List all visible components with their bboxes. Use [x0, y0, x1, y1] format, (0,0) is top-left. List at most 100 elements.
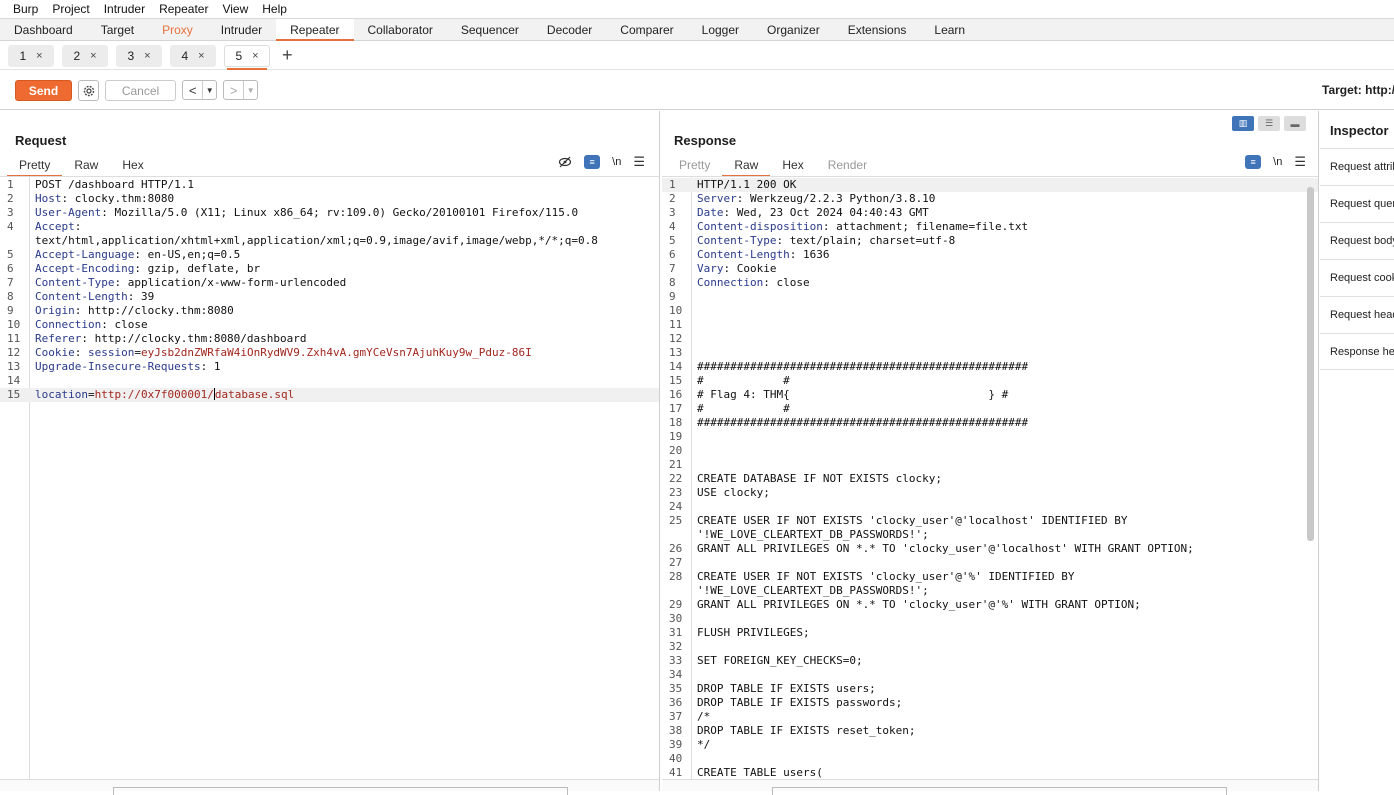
- code-line: 16 # Flag 4: THM{ } #: [662, 388, 1318, 402]
- inspector-section[interactable]: Request attributes: [1320, 148, 1394, 185]
- tool-tabs: Dashboard Target Proxy Intruder Repeater Coll…: [0, 19, 1394, 41]
- history-forward-button[interactable]: > ▼: [223, 80, 258, 100]
- line-number: 6: [7, 262, 14, 275]
- word-wrap-icon[interactable]: ≡: [584, 155, 601, 169]
- tab-intruder[interactable]: Intruder: [207, 19, 276, 40]
- repeater-tab-label: 3: [127, 48, 135, 63]
- code-line: 13 Upgrade-Insecure-Requests: 1: [0, 360, 659, 374]
- header-value: Mozilla/5.0 (X11; Linux x86_64; rv:109.0…: [114, 206, 579, 219]
- response-editor-tools: ≡ \n ☰: [1245, 154, 1306, 170]
- line-number: 31: [669, 626, 683, 639]
- tab-logger[interactable]: Logger: [688, 19, 753, 40]
- repeater-tab-3[interactable]: 3 ×: [116, 44, 162, 67]
- dropdown-arrow-icon[interactable]: ▼: [243, 81, 257, 99]
- newline-toggle-icon[interactable]: \n: [612, 156, 621, 168]
- response-search-input[interactable]: [772, 787, 1227, 795]
- response-tab-hex[interactable]: Hex: [770, 155, 815, 175]
- close-icon[interactable]: ×: [90, 50, 96, 62]
- hide-eye-icon[interactable]: [558, 156, 572, 168]
- tab-collaborator[interactable]: Collaborator: [354, 19, 447, 40]
- response-scrollbar[interactable]: [1307, 187, 1314, 541]
- dropdown-arrow-icon[interactable]: ▼: [202, 81, 216, 99]
- inspector-title: Inspector: [1330, 123, 1389, 138]
- stacked-layout-icon[interactable]: ☰: [1258, 116, 1280, 131]
- line-text: Server: Werkzeug/2.2.3 Python/3.8.10: [697, 192, 936, 205]
- inspector-panel: Inspector Request attributesRequest quer…: [1320, 111, 1394, 791]
- line-number: 35: [669, 682, 683, 695]
- response-tab-pretty[interactable]: Pretty: [667, 155, 722, 175]
- repeater-tab-1[interactable]: 1 ×: [8, 44, 54, 67]
- menu-view[interactable]: View: [215, 2, 255, 16]
- repeater-tab-2[interactable]: 2 ×: [62, 44, 108, 67]
- side-by-side-layout-icon[interactable]: ▥: [1232, 116, 1254, 131]
- inspector-section[interactable]: Request headers: [1320, 296, 1394, 333]
- line-number: 14: [7, 374, 21, 387]
- tab-organizer[interactable]: Organizer: [753, 19, 834, 40]
- header-value: en-US,en;q=0.5: [147, 248, 241, 261]
- close-icon[interactable]: ×: [252, 50, 258, 62]
- menu-icon[interactable]: ☰: [633, 154, 645, 170]
- code-line: 2 Host: clocky.thm:8080: [0, 192, 659, 206]
- inspector-section[interactable]: Request body parameters: [1320, 222, 1394, 259]
- send-button[interactable]: Send: [15, 80, 72, 101]
- tab-repeater[interactable]: Repeater: [276, 19, 354, 41]
- request-tab-raw[interactable]: Raw: [62, 155, 110, 175]
- settings-button[interactable]: [78, 80, 99, 101]
- newline-toggle-icon[interactable]: \n: [1273, 156, 1282, 168]
- response-tab-raw[interactable]: Raw: [722, 155, 771, 177]
- request-editor[interactable]: 1 POST /dashboard HTTP/1.1 2 Host: clocky.t…: [0, 176, 659, 779]
- tabbed-layout-icon[interactable]: ▬: [1284, 116, 1306, 131]
- repeater-tab-5[interactable]: 5 ×: [224, 44, 270, 70]
- menu-project[interactable]: Project: [45, 2, 96, 16]
- code-line: 14 ######################################…: [662, 360, 1318, 374]
- line-number: 33: [669, 654, 683, 667]
- tab-extensions[interactable]: Extensions: [834, 19, 921, 40]
- request-tab-hex[interactable]: Hex: [110, 155, 155, 175]
- menu-icon[interactable]: ☰: [1294, 154, 1306, 170]
- menu-burp[interactable]: Burp: [6, 2, 45, 16]
- header-name: Connection: [697, 276, 764, 289]
- line-number: [662, 584, 692, 598]
- line-number: 7: [7, 276, 14, 289]
- response-editor[interactable]: 1 HTTP/1.1 200 OK 2 Server: Werkzeug/2.2.3 …: [662, 176, 1318, 779]
- tab-learn[interactable]: Learn: [920, 19, 979, 40]
- line-text: [30, 374, 35, 388]
- request-search-input[interactable]: [113, 787, 568, 795]
- close-icon[interactable]: ×: [198, 50, 204, 62]
- line-text: ########################################…: [697, 416, 1029, 429]
- add-tab-icon[interactable]: +: [282, 45, 293, 66]
- line-number: 18: [669, 416, 683, 429]
- request-view-tabs: Pretty Raw Hex: [7, 155, 156, 177]
- code-line: 22 CREATE DATABASE IF NOT EXISTS clocky;: [662, 472, 1318, 486]
- tab-comparer[interactable]: Comparer: [606, 19, 687, 40]
- line-number: 4: [7, 220, 14, 233]
- tab-decoder[interactable]: Decoder: [533, 19, 606, 40]
- code-line: 32: [662, 640, 1318, 654]
- menu-help[interactable]: Help: [255, 2, 294, 16]
- header-value: http://clocky.thm:8080/dashboard: [94, 332, 307, 345]
- code-line: 37 /*: [662, 710, 1318, 724]
- tab-proxy[interactable]: Proxy: [148, 19, 207, 40]
- word-wrap-icon[interactable]: ≡: [1245, 155, 1262, 169]
- menu-intruder[interactable]: Intruder: [97, 2, 152, 16]
- request-tab-pretty[interactable]: Pretty: [7, 155, 63, 177]
- response-tab-render[interactable]: Render: [816, 155, 879, 175]
- history-back-button[interactable]: < ▼: [182, 80, 217, 100]
- chevron-right-icon: >: [229, 82, 238, 98]
- inspector-section[interactable]: Request query parameters: [1320, 185, 1394, 222]
- repeater-tab-4[interactable]: 4 ×: [170, 44, 216, 67]
- line-text: Accept-Language: en-US,en;q=0.5: [35, 248, 241, 261]
- target-label[interactable]: Target: http://: [1322, 83, 1394, 97]
- line-number: 9: [7, 304, 14, 317]
- close-icon[interactable]: ×: [36, 50, 42, 62]
- tab-target[interactable]: Target: [87, 19, 148, 40]
- inspector-section[interactable]: Response headers: [1320, 333, 1394, 370]
- code-line: 26 GRANT ALL PRIVILEGES ON *.* TO 'clocky…: [662, 542, 1318, 556]
- menu-repeater[interactable]: Repeater: [152, 2, 215, 16]
- cancel-button[interactable]: Cancel: [105, 80, 176, 101]
- close-icon[interactable]: ×: [144, 50, 150, 62]
- code-line: 12: [662, 332, 1318, 346]
- tab-sequencer[interactable]: Sequencer: [447, 19, 533, 40]
- tab-dashboard[interactable]: Dashboard: [0, 19, 87, 40]
- inspector-section[interactable]: Request cookies: [1320, 259, 1394, 296]
